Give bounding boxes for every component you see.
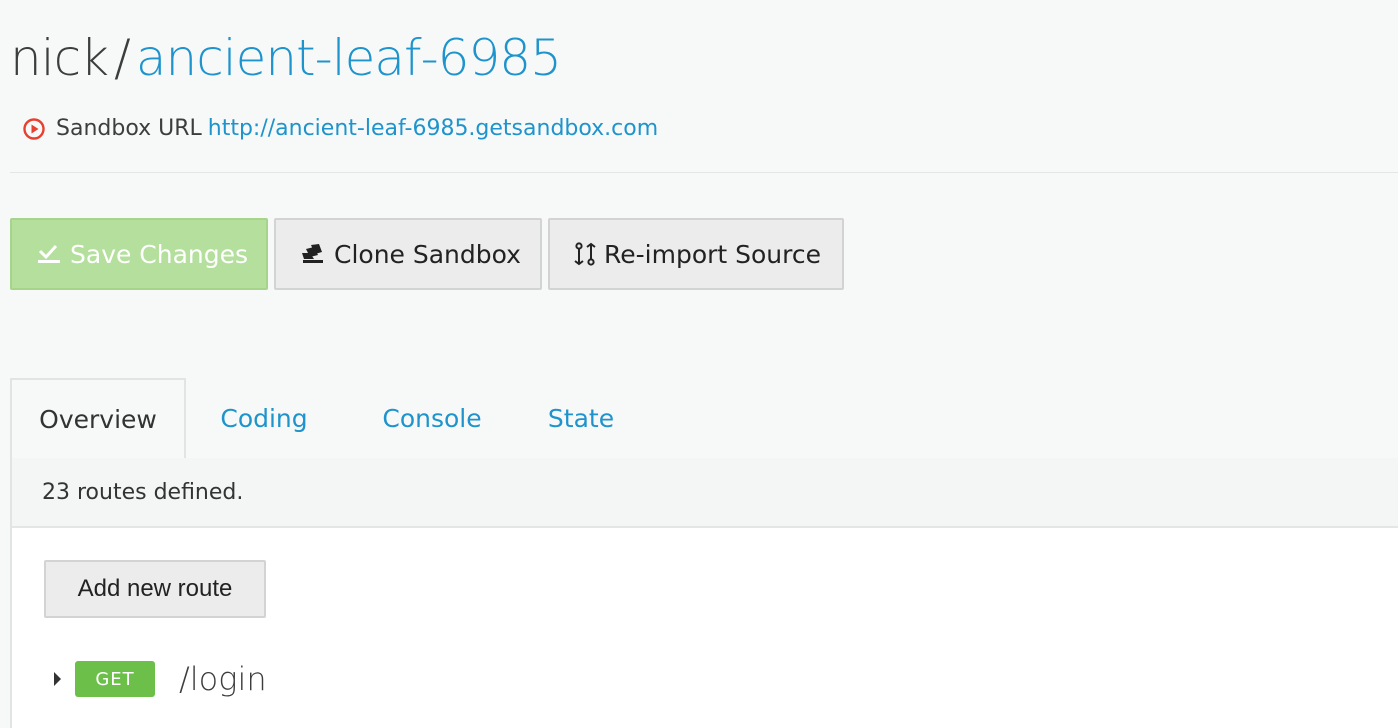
save-changes-label: Save Changes [70,239,249,269]
tab-state[interactable]: State [534,378,628,458]
route-row[interactable]: GET /login [54,660,267,698]
overview-panel: 23 routes defined. Add new route GET /lo… [10,458,1398,728]
save-changes-button[interactable]: Save Changes [10,218,268,290]
sandbox-name-link[interactable]: ancient-leaf-6985 [136,29,562,87]
http-method-badge: GET [75,661,155,697]
sandbox-url-line: Sandbox URL http://ancient-leaf-6985.get… [22,116,658,141]
header-divider [10,172,1398,173]
tab-overview[interactable]: Overview [10,378,186,460]
action-toolbar: Save Changes Clone Sandbox Re-import Sou… [10,218,844,290]
clone-sandbox-label: Clone Sandbox [334,239,521,269]
sandbox-url-label: Sandbox URL [56,116,202,141]
route-path: /login [179,660,267,698]
tab-coding[interactable]: Coding [210,378,318,458]
clone-icon [300,243,326,265]
sandbox-url-link[interactable]: http://ancient-leaf-6985.getsandbox.com [208,116,658,141]
reimport-source-label: Re-import Source [604,239,822,269]
clone-sandbox-button[interactable]: Clone Sandbox [274,218,542,290]
page-title: nick / ancient-leaf-6985 [10,26,562,90]
tab-console[interactable]: Console [368,378,496,458]
caret-right-icon[interactable] [54,672,61,686]
add-new-route-button[interactable]: Add new route [44,560,266,618]
title-separator: / [114,29,131,87]
play-circle-icon [22,117,46,141]
git-compare-icon [574,242,596,266]
check-tray-icon [36,243,62,265]
reimport-source-button[interactable]: Re-import Source [548,218,844,290]
sandbox-tabs: Overview Coding Console State [10,378,1398,460]
owner-name: nick [10,29,109,87]
routes-summary: 23 routes defined. [12,458,1398,528]
